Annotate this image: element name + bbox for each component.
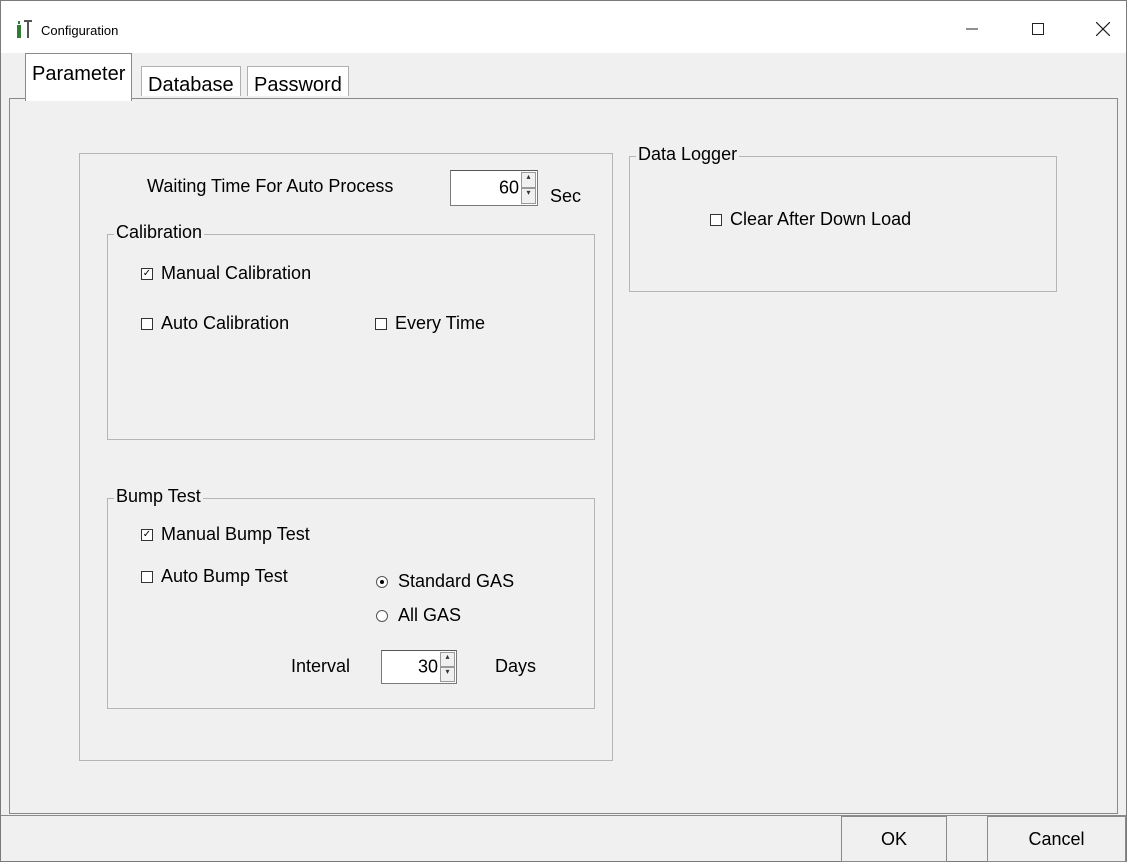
spin-up-icon[interactable]: ▴ — [521, 172, 536, 188]
calibration-group: Calibration ✓ Manual Calibration Auto Ca… — [107, 222, 595, 440]
close-icon — [1096, 22, 1110, 36]
radio-selected-icon — [376, 575, 388, 588]
minimize-button[interactable] — [946, 9, 998, 49]
checkbox-icon — [141, 570, 153, 583]
tab-parameter[interactable]: Parameter — [25, 53, 133, 101]
interval-spinner[interactable]: 30 ▴ ▾ — [381, 650, 457, 684]
checkbox-icon: ✓ — [141, 267, 153, 280]
tab-strip: Parameter Database Password — [1, 53, 1126, 101]
maximize-button[interactable] — [1012, 9, 1064, 49]
checkbox-icon — [710, 213, 722, 226]
all-gas-radio[interactable]: All GAS — [376, 605, 461, 626]
maximize-icon — [1032, 23, 1044, 35]
all-gas-label: All GAS — [398, 605, 462, 625]
window-title: Configuration — [41, 23, 119, 38]
auto-bump-test-checkbox[interactable]: Auto Bump Test — [141, 566, 288, 587]
ok-button[interactable]: OK — [841, 816, 947, 862]
configuration-window: Configuration Parameter Database Passwor… — [0, 0, 1127, 862]
manual-calibration-checkbox[interactable]: ✓ Manual Calibration — [141, 263, 311, 284]
gas-detector-icon — [15, 19, 33, 39]
manual-calibration-label: Manual Calibration — [161, 263, 312, 283]
spin-up-icon[interactable]: ▴ — [440, 652, 455, 667]
footer-separator — [1, 815, 1126, 816]
spin-down-icon[interactable]: ▾ — [440, 667, 455, 682]
interval-value: 30 — [417, 656, 438, 677]
every-time-label: Every Time — [395, 313, 486, 333]
data-logger-title: Data Logger — [636, 144, 740, 165]
bump-test-group: Bump Test ✓ Manual Bump Test Auto Bump T… — [107, 486, 595, 709]
tab-database[interactable]: Database — [141, 66, 241, 96]
checkbox-icon — [375, 317, 387, 330]
waiting-time-value: 60 — [498, 177, 519, 198]
waiting-time-unit: Sec — [550, 186, 582, 206]
checkbox-icon — [141, 317, 153, 330]
manual-bump-test-checkbox[interactable]: ✓ Manual Bump Test — [141, 524, 310, 545]
settings-group: Waiting Time For Auto Process 60 ▴ ▾ Sec… — [79, 153, 613, 761]
spin-down-icon[interactable]: ▾ — [521, 188, 536, 204]
cancel-button[interactable]: Cancel — [987, 816, 1126, 862]
auto-bump-test-label: Auto Bump Test — [161, 566, 288, 586]
calibration-title: Calibration — [114, 222, 205, 243]
waiting-time-spinner[interactable]: 60 ▴ ▾ — [450, 170, 538, 206]
minimize-icon — [966, 28, 978, 30]
bump-test-title: Bump Test — [114, 486, 203, 507]
manual-bump-test-label: Manual Bump Test — [161, 524, 310, 544]
clear-after-download-label: Clear After Down Load — [730, 209, 912, 229]
auto-calibration-label: Auto Calibration — [161, 313, 290, 333]
auto-calibration-checkbox[interactable]: Auto Calibration — [141, 313, 289, 334]
standard-gas-radio[interactable]: Standard GAS — [376, 571, 514, 592]
close-button[interactable] — [1077, 9, 1127, 49]
interval-label: Interval — [291, 656, 351, 676]
parameter-panel: Waiting Time For Auto Process 60 ▴ ▾ Sec… — [9, 98, 1118, 814]
every-time-checkbox[interactable]: Every Time — [375, 313, 485, 334]
tab-password[interactable]: Password — [247, 66, 349, 96]
waiting-time-label: Waiting Time For Auto Process — [147, 176, 394, 196]
clear-after-download-checkbox[interactable]: Clear After Down Load — [710, 209, 911, 230]
interval-unit: Days — [495, 656, 537, 676]
data-logger-group: Data Logger Clear After Down Load — [629, 144, 1057, 292]
standard-gas-label: Standard GAS — [398, 571, 515, 591]
title-bar[interactable]: Configuration — [1, 1, 1126, 53]
checkbox-icon: ✓ — [141, 528, 153, 541]
radio-icon — [376, 609, 388, 622]
